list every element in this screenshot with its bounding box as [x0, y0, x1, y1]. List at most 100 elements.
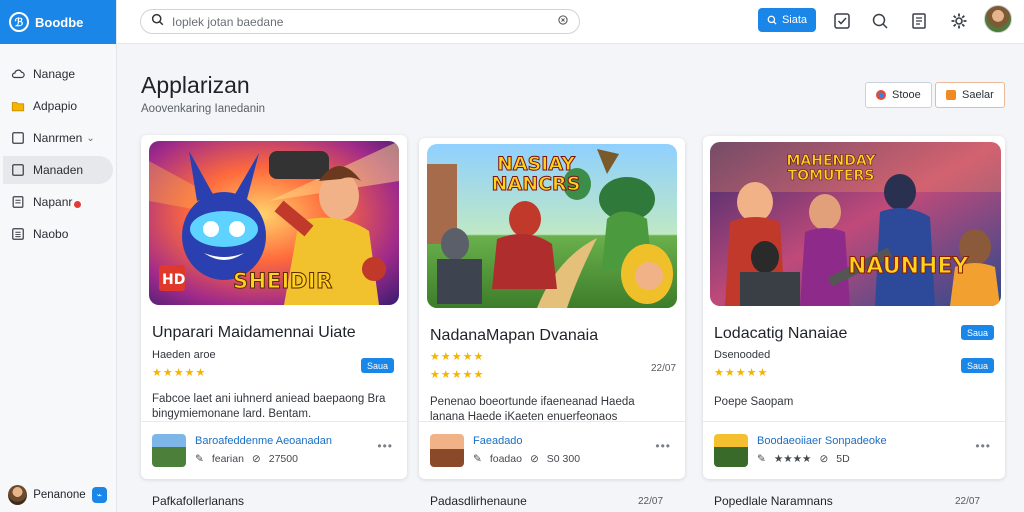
brand-header[interactable]: ℬ Boodbe: [0, 0, 116, 44]
sidebar-nav: Nanage Adpapio Nanrmen ⌄ Manaden Napanr …: [0, 44, 116, 248]
store-button[interactable]: Stooe: [865, 82, 932, 108]
user-avatar[interactable]: [984, 5, 1012, 33]
meta-value: S0 300: [546, 453, 581, 465]
notification-badge: [73, 200, 82, 209]
card-meta: ✎ fearian ⊘ 27500: [195, 453, 298, 465]
tag-icon: ✎: [473, 453, 482, 465]
sidebar-item-napanr[interactable]: Napanr: [3, 188, 113, 216]
star-rating: ★★★★★: [430, 351, 485, 363]
doc-icon: [11, 195, 25, 209]
card-meta: ✎ ★★★★ ⊘ 5D: [757, 453, 850, 465]
release-date: 22/07: [651, 363, 677, 374]
app-card[interactable]: HD SHEIDIR Unparari Maidamennai Uiate Ha…: [141, 135, 407, 479]
card-description: Poepe Saopam: [714, 396, 794, 408]
card-footer: Faeadado ✎ foadao ⊘ S0 300 •••: [419, 421, 685, 479]
section-title: Popedlale Naramnans: [714, 494, 833, 508]
search-zoom-icon[interactable]: [870, 11, 890, 31]
square-icon: [11, 131, 25, 145]
search-box[interactable]: [140, 9, 580, 34]
meta-value: 5D: [836, 453, 850, 465]
section-title: Padasdlirhenaune: [430, 494, 527, 508]
status-badge: Saua: [961, 358, 995, 373]
developer-name[interactable]: Baroafeddenme Aeoanadan: [195, 435, 332, 447]
cloud-icon: [11, 67, 25, 81]
card-meta: ✎ foadao ⊘ S0 300: [473, 453, 580, 465]
checklist-icon[interactable]: [832, 11, 852, 31]
card-title[interactable]: Unparari Maidamennai Uiate: [152, 324, 356, 342]
more-options-icon[interactable]: •••: [655, 439, 671, 453]
app-card[interactable]: MAHENDAY TOMUTERS NAUNHEY Lodacatig Nana…: [703, 136, 1005, 479]
artwork-title-text: SHEIDIR: [233, 269, 333, 294]
card-subtitle: Haeden aroe: [152, 349, 216, 361]
secondary-button-label: Saelar: [962, 89, 994, 101]
game-artwork: HD SHEIDIR: [149, 141, 399, 305]
sidebar-user[interactable]: Penanone ⌁: [0, 478, 117, 512]
card-title[interactable]: NadanaMapan Dvanaia: [430, 327, 598, 345]
star-rating: ★★★★★: [152, 367, 207, 379]
game-artwork: MAHENDAY TOMUTERS NAUNHEY: [710, 142, 1001, 306]
status-badge: Saua: [961, 325, 995, 340]
sidebar-item-label: Naobo: [33, 227, 69, 241]
section-date: 22/07: [955, 496, 981, 507]
sidebar-item-label: Manaden: [33, 163, 84, 177]
folder-icon: [11, 99, 25, 113]
card-subtitle: Dsenooded: [714, 349, 771, 361]
square-icon: [11, 163, 25, 177]
clear-search-icon[interactable]: [557, 13, 569, 31]
meta-label: fearian: [211, 453, 244, 465]
artwork-title-text: NASIAY NANCRS: [491, 153, 581, 195]
star-rating-secondary: ★★★★★: [430, 369, 485, 381]
artwork-title-text: NAUNHEY: [847, 254, 969, 280]
more-options-icon[interactable]: •••: [377, 439, 393, 453]
chevron-down-icon: ⌄: [86, 132, 95, 144]
avatar: [8, 485, 28, 505]
sidebar-item-nanage[interactable]: Nanage: [3, 60, 113, 88]
sidebar-item-label: Napanr: [33, 195, 73, 209]
sidebar-item-label: Nanage: [33, 67, 76, 81]
link-icon: ⊘: [819, 453, 829, 465]
sidebar-item-manaden[interactable]: Manaden: [3, 156, 113, 184]
developer-name[interactable]: Boodaeoiiaer Sonpadeoke: [757, 435, 887, 447]
developer-avatar: [714, 434, 748, 467]
secondary-button[interactable]: Saelar: [935, 82, 1005, 108]
list-icon: [11, 227, 25, 241]
game-artwork: NASIAY NANCRS: [427, 144, 677, 308]
more-options-icon[interactable]: •••: [975, 439, 991, 453]
section-date: 22/07: [638, 496, 664, 507]
meta-label: foadao: [489, 453, 522, 465]
document-icon[interactable]: [909, 11, 929, 31]
section-title: Pafkafollerlanans: [152, 494, 245, 508]
top-bar: Siata: [117, 0, 1024, 44]
tag-icon: ✎: [757, 453, 766, 465]
card-footer: Baroafeddenme Aeoanadan ✎ fearian ⊘ 27500 …: [141, 421, 407, 479]
brand-logo-icon: ℬ: [9, 12, 29, 32]
sidebar-item-naobo[interactable]: Naobo: [3, 220, 113, 248]
developer-name[interactable]: Faeadado: [473, 435, 523, 447]
status-badge: Saua: [361, 358, 395, 373]
top-search-button[interactable]: Siata: [758, 8, 816, 32]
meta-value: 27500: [268, 453, 298, 465]
artwork-badge: HD: [162, 272, 186, 288]
developer-avatar: [430, 434, 464, 467]
sidebar: ℬ Boodbe Nanage Adpapio Nanrmen ⌄ Manade…: [0, 0, 117, 512]
card-title[interactable]: Lodacatig Nanaiae: [714, 325, 847, 343]
user-badge-icon[interactable]: ⌁: [91, 487, 107, 503]
gear-icon[interactable]: [949, 11, 969, 31]
sidebar-item-adpapio[interactable]: Adpapio: [3, 92, 113, 120]
meta-label: ★★★★: [773, 453, 812, 465]
user-name: Penanone: [33, 489, 86, 501]
link-icon: ⊘: [529, 453, 539, 465]
artwork-top-text: MAHENDAY TOMUTERS: [786, 153, 876, 184]
sidebar-item-label: Nanrmen: [33, 131, 83, 145]
star-rating: ★★★★★: [714, 367, 769, 379]
tag-icon: ✎: [195, 453, 204, 465]
brand-name: Boodbe: [35, 14, 84, 30]
search-input[interactable]: [172, 14, 549, 29]
tag-icon: [946, 90, 956, 100]
app-card[interactable]: NASIAY NANCRS NadanaMapan Dvanaia ★★★★★ …: [419, 138, 685, 479]
link-icon: ⊘: [251, 453, 261, 465]
developer-avatar: [152, 434, 186, 467]
card-footer: Boodaeoiiaer Sonpadeoke ✎ ★★★★ ⊘ 5D •••: [703, 421, 1005, 479]
store-button-label: Stooe: [892, 89, 921, 101]
sidebar-item-nanrmen[interactable]: Nanrmen ⌄: [3, 124, 113, 152]
